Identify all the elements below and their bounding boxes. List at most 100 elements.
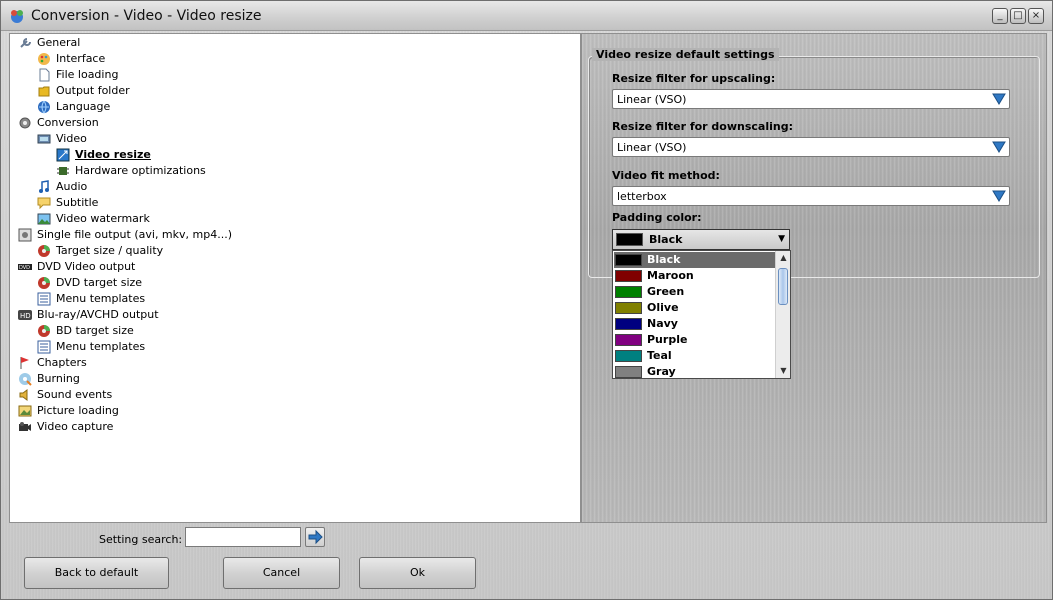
menu-list-icon [37, 292, 51, 306]
chevron-down-icon: ▼ [778, 234, 785, 244]
color-swatch [615, 302, 642, 314]
back-to-default-button[interactable]: Back to default [24, 557, 169, 589]
hd-icon: HD [18, 310, 32, 320]
burn-icon [19, 373, 32, 386]
color-list-scrollbar[interactable]: ▲ ▼ [775, 251, 790, 378]
color-swatch [615, 366, 642, 378]
cancel-button[interactable]: Cancel [223, 557, 340, 589]
padding-color-select[interactable]: Black ▼ [612, 229, 790, 250]
flag-icon [20, 357, 29, 369]
picture-icon [18, 405, 32, 417]
fit-method-select[interactable]: letterbox [612, 186, 1010, 206]
color-option-label: Teal [647, 349, 672, 362]
tree-item-label: Hardware optimizations [75, 164, 206, 177]
ok-button[interactable]: Ok [359, 557, 476, 589]
color-option-gray[interactable]: Gray [614, 364, 775, 380]
tree-item-label: Output folder [56, 84, 130, 97]
search-go-button[interactable] [305, 527, 325, 547]
settings-window: Conversion - Video - Video resize _ □ × … [0, 0, 1053, 600]
speech-bubble-icon [37, 197, 51, 210]
color-option-black[interactable]: Black [614, 252, 775, 268]
tree-item-label: DVD Video output [37, 260, 136, 273]
image-icon [37, 213, 51, 225]
tree-item-label: Video resize [75, 148, 151, 161]
file-icon [39, 68, 50, 82]
arrow-right-icon [308, 529, 323, 545]
downscaling-select[interactable]: Linear (VSO) [612, 137, 1010, 157]
downscaling-value: Linear (VSO) [617, 141, 687, 154]
minimize-button[interactable]: _ [992, 8, 1008, 24]
globe-icon [38, 100, 50, 114]
color-swatch [615, 318, 642, 330]
scroll-down-icon[interactable]: ▼ [776, 364, 791, 378]
settings-tree[interactable]: General Interface File loading Output folde… [9, 33, 581, 523]
color-swatch [615, 270, 642, 282]
music-note-icon [39, 180, 49, 193]
color-swatch [615, 286, 642, 298]
upscaling-value: Linear (VSO) [617, 93, 687, 106]
close-button[interactable]: × [1028, 8, 1044, 24]
color-option-maroon[interactable]: Maroon [614, 268, 775, 284]
tree-item-label: File loading [56, 68, 119, 81]
maximize-button[interactable]: □ [1010, 8, 1026, 24]
downscaling-label: Resize filter for downscaling: [612, 120, 793, 133]
title-bar[interactable]: Conversion - Video - Video resize _ □ × [1, 1, 1052, 31]
scroll-thumb[interactable] [778, 268, 788, 305]
tree-item-label: Language [56, 100, 111, 113]
upscaling-label: Resize filter for upscaling: [612, 72, 776, 85]
padding-color-swatch [616, 233, 643, 246]
tree-item-label: DVD target size [56, 276, 143, 289]
camera-icon [19, 422, 31, 431]
palette-icon [38, 53, 50, 65]
tree-item-label: Target size / quality [56, 244, 164, 257]
settings-panel: Video resize default settings Resize fil… [581, 33, 1047, 523]
padding-color-dropdown-list[interactable]: Black Maroon Green Olive Navy Purple Teal Gray … [612, 250, 791, 379]
tree-item-label: Sound events [37, 388, 113, 401]
color-option-green[interactable]: Green [614, 284, 775, 300]
tree-item-label: Blu-ray/AVCHD output [37, 308, 159, 321]
color-swatch [615, 254, 642, 266]
dropdown-arrow-icon [992, 141, 1006, 153]
disc-icon [38, 245, 50, 257]
svg-text:DVD: DVD [19, 265, 30, 271]
tree-item-label: Chapters [37, 356, 87, 369]
tree-item-label: Picture loading [37, 404, 119, 417]
color-option-purple[interactable]: Purple [614, 332, 775, 348]
color-option-olive[interactable]: Olive [614, 300, 775, 316]
tree-item-label: Menu templates [56, 292, 146, 305]
color-option-navy[interactable]: Navy [614, 316, 775, 332]
color-option-label: Black [647, 253, 681, 266]
color-option-label: Maroon [647, 269, 694, 282]
speaker-icon [19, 389, 28, 401]
color-option-teal[interactable]: Teal [614, 348, 775, 364]
fit-method-value: letterbox [617, 190, 667, 203]
menu-list-icon [37, 340, 51, 354]
color-option-label: Green [647, 285, 685, 298]
setting-search-input[interactable] [185, 527, 301, 547]
gear-icon [19, 117, 31, 129]
window-title: Conversion - Video - Video resize [31, 8, 262, 24]
tree-item-label: General [37, 36, 81, 49]
chip-icon [57, 167, 69, 175]
color-option-label: Gray [647, 365, 676, 378]
padding-color-value: Black [649, 233, 683, 246]
upscaling-select[interactable]: Linear (VSO) [612, 89, 1010, 109]
folder-icon [38, 86, 50, 97]
svg-text:HD: HD [20, 312, 31, 320]
video-icon [37, 134, 51, 144]
tree-item-label: Interface [56, 52, 106, 65]
tree-item-label: Video watermark [56, 212, 150, 225]
tree-item-label: BD target size [56, 324, 134, 337]
disc-icon [38, 277, 50, 289]
color-option-label: Purple [647, 333, 688, 346]
disc-icon [38, 325, 50, 337]
scroll-up-icon[interactable]: ▲ [776, 251, 791, 265]
color-option-label: Navy [647, 317, 678, 330]
tree-item-label: Menu templates [56, 340, 146, 353]
tree-item-label: Conversion [37, 116, 99, 129]
tree-item-label: Subtitle [56, 196, 99, 209]
film-icon [18, 228, 32, 242]
group-title: Video resize default settings [592, 48, 779, 61]
tree-item-label: Video capture [37, 420, 114, 433]
setting-search-label: Setting search: [99, 533, 183, 546]
